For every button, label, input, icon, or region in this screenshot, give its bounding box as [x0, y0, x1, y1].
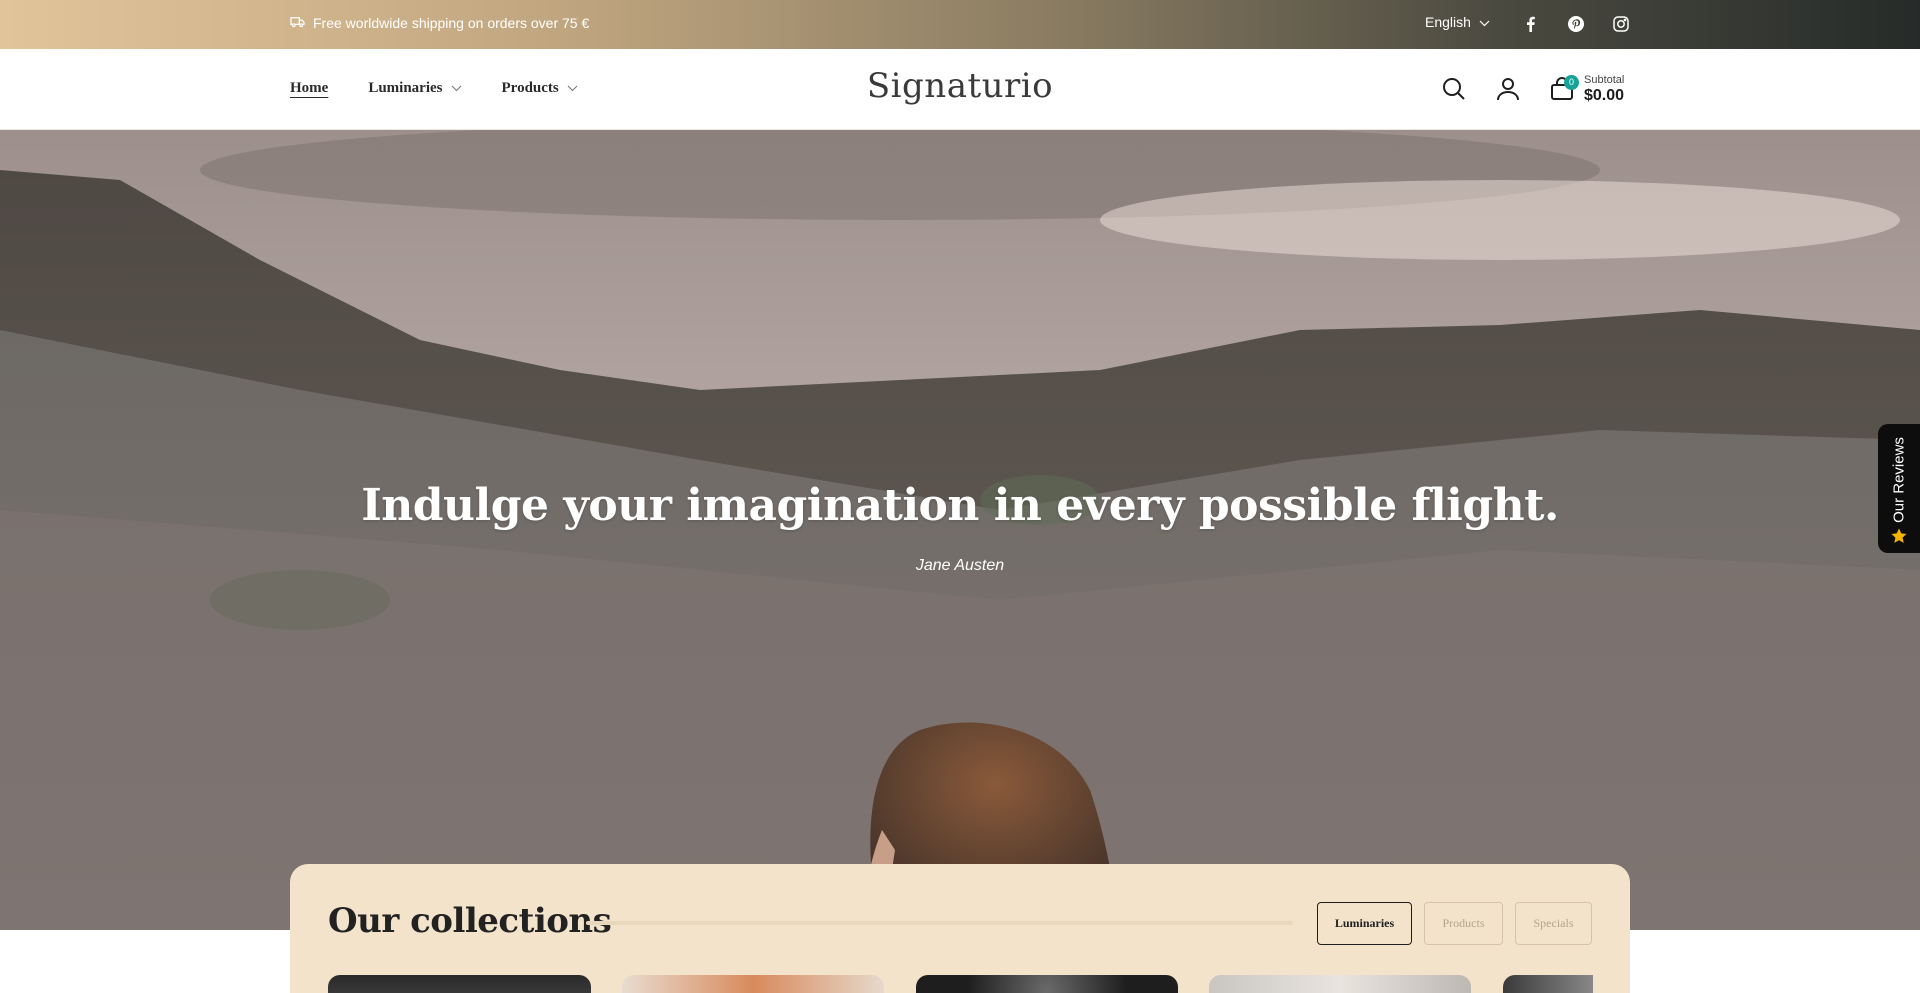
language-selector[interactable]: English — [1425, 14, 1490, 30]
hero-quote: Indulge your imagination in every possib… — [361, 480, 1559, 531]
cart-count-badge: 0 — [1564, 75, 1579, 90]
collections-heading: Our collections — [328, 901, 612, 941]
collections-section: Our collections Luminaries Products Spec… — [290, 864, 1630, 993]
collection-card[interactable] — [328, 975, 591, 993]
chevron-down-icon — [1479, 14, 1490, 30]
shipping-text: Free worldwide shipping on orders over 7… — [313, 15, 590, 31]
hero-author: Jane Austen — [915, 557, 1005, 574]
collection-card[interactable] — [916, 975, 1178, 993]
collection-card[interactable] — [622, 975, 884, 993]
our-reviews-tab[interactable]: Our Reviews — [1878, 424, 1920, 553]
reviews-tab-label: Our Reviews — [1890, 437, 1908, 523]
tab-products[interactable]: Products — [1424, 902, 1503, 945]
language-label: English — [1425, 14, 1471, 30]
shipping-notice: Free worldwide shipping on orders over 7… — [290, 14, 589, 32]
tab-luminaries[interactable]: Luminaries — [1317, 902, 1412, 945]
collection-card[interactable] — [1503, 975, 1593, 993]
collection-card[interactable] — [1209, 975, 1471, 993]
subtotal-label: Subtotal — [1584, 74, 1625, 86]
hero-banner: Indulge your imagination in every possib… — [0, 130, 1920, 930]
site-header: Home Luminaries Products Signaturio 0 Su… — [0, 49, 1920, 130]
instagram-icon[interactable] — [1612, 15, 1630, 33]
star-icon — [1890, 527, 1908, 545]
announcement-bar: Free worldwide shipping on orders over 7… — [0, 0, 1920, 49]
site-logo[interactable]: Signaturio — [0, 66, 1920, 106]
collections-divider — [586, 921, 1293, 925]
search-icon[interactable] — [1440, 75, 1468, 103]
pinterest-icon[interactable] — [1567, 15, 1585, 33]
tab-specials[interactable]: Specials — [1515, 902, 1592, 945]
truck-icon — [290, 14, 305, 32]
account-icon[interactable] — [1494, 75, 1522, 103]
facebook-icon[interactable] — [1521, 15, 1539, 33]
subtotal-value: $0.00 — [1584, 87, 1625, 104]
